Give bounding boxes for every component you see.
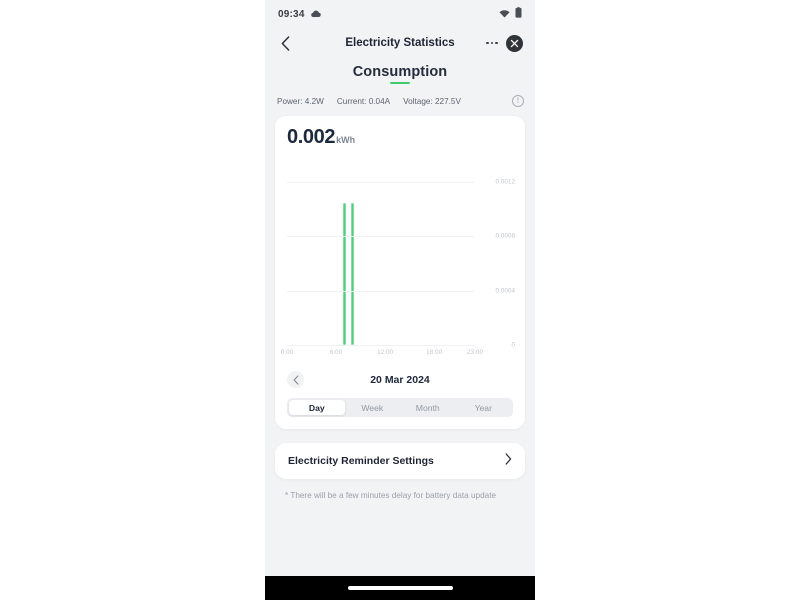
- chart-bars: [287, 155, 475, 345]
- close-circle-icon[interactable]: [506, 34, 523, 52]
- range-tab-year[interactable]: Year: [456, 400, 512, 415]
- summary-value-row: 0.002 kWh: [275, 126, 525, 149]
- chart-x-axis: 0:00 6:00 12:00 18:00 23:00: [281, 345, 483, 363]
- live-stats-row: Power: 4.2W Current: 0.04A Voltage: 227.…: [265, 90, 535, 112]
- chart-x-tick-label: 0:00: [280, 349, 294, 356]
- chart-y-tick-label: 0.0008: [495, 232, 515, 240]
- footnote-text: * There will be a few minutes delay for …: [285, 491, 497, 500]
- summary-unit: kWh: [336, 135, 356, 145]
- consumption-chart: 0.0012 0.0008 0.0004 0 0:00 6:00 12:00 18:00 23…: [275, 155, 525, 367]
- home-indicator[interactable]: [347, 586, 453, 590]
- wifi-icon: [499, 5, 510, 23]
- chart-gridline: [287, 236, 475, 238]
- cloud-icon: [310, 10, 321, 18]
- chart-bar: [342, 202, 346, 345]
- system-navigation-bar: [265, 576, 535, 600]
- screenshot-stage: 09:34 Electricity Statistics Consumption…: [0, 0, 800, 600]
- consumption-chart-card: 0.002 kWh 0.0012 0.0008 0.0004 0 0:00 6:00 12…: [275, 116, 525, 429]
- range-tab-group: Day Week Month Year: [287, 398, 513, 417]
- section-title-underline: [390, 81, 410, 85]
- date-navigation: 20 Mar 2024: [275, 367, 525, 398]
- phone-screen: 09:34 Electricity Statistics Consumption…: [265, 0, 535, 600]
- summary-value: 0.002: [287, 126, 336, 148]
- reminder-label: Electricity Reminder Settings: [288, 455, 434, 467]
- content-scroll-area: 0.002 kWh 0.0012 0.0008 0.0004 0 0:00 6:00 12…: [265, 112, 535, 576]
- chart-y-tick-label: 0: [511, 341, 515, 349]
- chart-gridline: [287, 182, 475, 184]
- chart-gridline: [287, 290, 475, 292]
- battery-icon: [515, 5, 522, 23]
- electricity-reminder-settings-row[interactable]: Electricity Reminder Settings: [275, 443, 525, 479]
- chevron-right-icon: [505, 452, 512, 470]
- more-options-icon[interactable]: [486, 39, 498, 48]
- status-bar-indicators: [499, 5, 522, 23]
- section-title: Consumption: [352, 63, 448, 80]
- stat-power: Power: 4.2W: [277, 96, 324, 106]
- chart-y-tick-label: 0.0012: [495, 178, 515, 186]
- status-bar: 09:34: [265, 0, 535, 28]
- chart-x-tick-label: 18:00: [426, 349, 443, 356]
- status-bar-time: 09:34: [278, 8, 305, 20]
- chart-x-tick-label: 6:00: [329, 349, 343, 356]
- chart-plot-area: 0.0012 0.0008 0.0004 0: [287, 155, 517, 349]
- back-button[interactable]: [277, 35, 293, 51]
- stat-voltage: Voltage: 227.5V: [403, 96, 461, 106]
- info-icon[interactable]: !: [512, 95, 524, 107]
- chart-x-tick-label: 23:00: [467, 349, 483, 356]
- section-title-group: Consumption: [265, 58, 535, 90]
- chart-bar: [350, 202, 354, 345]
- range-tab-day[interactable]: Day: [289, 400, 345, 415]
- chart-y-tick-label: 0.0004: [495, 287, 515, 295]
- header-actions: [486, 34, 523, 52]
- range-tab-week[interactable]: Week: [345, 400, 401, 415]
- current-date-label: 20 Mar 2024: [370, 373, 430, 386]
- app-header: Electricity Statistics: [265, 28, 535, 58]
- chart-x-tick-label: 12:00: [377, 349, 394, 356]
- stat-current: Current: 0.04A: [336, 96, 391, 106]
- range-tab-month[interactable]: Month: [400, 400, 456, 415]
- previous-date-button[interactable]: [287, 371, 304, 388]
